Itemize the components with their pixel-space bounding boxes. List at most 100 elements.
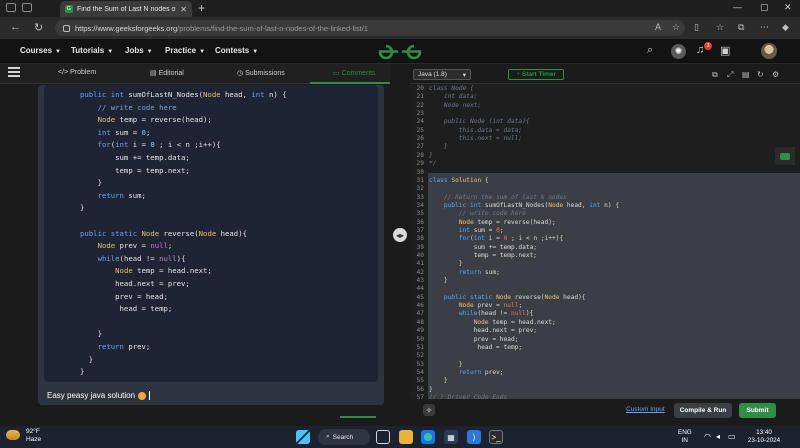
search-icon: ⌕	[326, 433, 330, 440]
favorites-icon[interactable]: ☆	[716, 22, 724, 33]
hamburger-menu-icon[interactable]	[8, 67, 20, 77]
split-screen-icon[interactable]: ▯	[694, 22, 699, 33]
left-panel: </> Problem ▤ Editorial ◷ Submissions ▭ …	[0, 64, 390, 426]
browser-tab[interactable]: G Find the Sum of Last N nodes of t ✕	[60, 1, 192, 17]
bell-icon[interactable]: ♫	[696, 44, 704, 56]
custom-input-link[interactable]: Custom Input	[626, 406, 665, 413]
search-icon[interactable]: ⌕	[647, 44, 653, 57]
gfg-favicon-icon: G	[65, 5, 73, 13]
comment-code-line: public static Node reverse(Node head){	[80, 228, 247, 238]
nav-contests[interactable]: Contests ▼	[215, 46, 258, 55]
chat-icon[interactable]	[775, 147, 795, 165]
theme-toggle-icon[interactable]: ✺	[671, 44, 686, 59]
gfg-logo[interactable]	[376, 43, 424, 60]
clock[interactable]: 13:40 23-10-2024	[744, 429, 784, 445]
tab-submissions[interactable]: ◷ Submissions	[237, 69, 285, 77]
comment-code-line: Node temp = head.next;	[115, 266, 212, 276]
comment-card: public int sumOfLastN_Nodes(Node head, i…	[38, 85, 384, 405]
terminal-icon[interactable]: >_	[489, 430, 503, 444]
new-tab-icon[interactable]: +	[198, 1, 205, 15]
windows-taskbar: 92°F Haze ⌕ Search ▦ ⟩ >_ ENG IN ◠ ◂ ▭ 13:4…	[0, 426, 800, 448]
comment-code-line: while(head != null){	[97, 253, 186, 263]
battery-icon[interactable]: ▭	[728, 433, 736, 441]
start-timer-button[interactable]: ◔ Start Timer	[508, 69, 564, 80]
tab-editorial[interactable]: ▤ Editorial	[150, 69, 184, 77]
task-view-icon[interactable]	[376, 430, 390, 444]
language-select[interactable]: Java (1.8) ▾	[413, 69, 471, 80]
resize-handle-icon[interactable]: ◂▸	[393, 228, 407, 242]
chevron-down-icon: ▼	[55, 49, 61, 55]
edge-icon[interactable]	[421, 430, 435, 444]
back-icon[interactable]: ←	[10, 21, 21, 33]
copy-icon[interactable]: ⧉	[712, 70, 718, 80]
read-aloud-icon[interactable]: A	[655, 22, 661, 32]
collections-icon[interactable]: ⧉	[738, 22, 744, 33]
weather-widget[interactable]: 92°F Haze	[26, 428, 41, 444]
tab-close-icon[interactable]: ✕	[180, 5, 187, 14]
comment-code-line: head.next = prev;	[80, 279, 190, 288]
comment-code-line: for(int i = 0 ; i < n ;i++){	[97, 140, 221, 150]
settings-icon[interactable]: ⚙	[772, 70, 779, 79]
editor-code-line: Node next;	[429, 101, 482, 109]
nav-courses[interactable]: Courses ▼	[20, 46, 61, 55]
smile-emoji-icon	[138, 391, 147, 400]
compile-run-button[interactable]: Compile & Run	[674, 403, 732, 418]
comment-code-line: return prev;	[97, 342, 151, 351]
input-language[interactable]: ENG IN	[678, 429, 692, 445]
editor-code-line: }	[429, 277, 448, 285]
notification-badge: 3	[704, 42, 712, 50]
chevron-down-icon: ▼	[107, 49, 114, 55]
comment-code-line: return sum;	[97, 190, 146, 200]
nav-jobs[interactable]: Jobs ▼	[125, 46, 153, 55]
panel-divider[interactable]	[390, 64, 410, 426]
profile-icon[interactable]	[6, 3, 16, 12]
comment-code-line: Node temp = reverse(head);	[97, 115, 212, 125]
fullscreen-icon[interactable]: ⤢	[727, 70, 733, 80]
address-bar[interactable]: https://www.geeksforgeeks.org/problems/f…	[55, 20, 685, 36]
avatar[interactable]	[761, 43, 777, 59]
comment-code-line: }	[80, 354, 94, 364]
comment-code-line: prev = head;	[80, 291, 168, 301]
tab-actions-icon[interactable]	[22, 3, 32, 12]
tab-comments[interactable]: ▭ Comments	[333, 69, 375, 77]
tab-problem[interactable]: </> Problem	[58, 69, 96, 76]
tab-actions	[6, 3, 32, 12]
tab-title: Find the Sum of Last N nodes of t	[77, 5, 177, 13]
comment-code-line: Node prev = null;	[97, 241, 173, 251]
close-window-icon[interactable]: ✕	[784, 2, 792, 13]
comment-code-line: }	[80, 203, 85, 213]
nav-tutorials[interactable]: Tutorials ▼	[71, 46, 113, 55]
fold-icon[interactable]: ▤	[742, 70, 750, 79]
chevron-down-icon: ▾	[462, 71, 466, 79]
taskbar-search[interactable]: ⌕ Search	[318, 429, 370, 445]
lock-icon	[63, 24, 70, 32]
maximize-icon[interactable]: ▢	[760, 2, 769, 13]
reply-indicator	[340, 416, 376, 418]
comment-code-line: head = temp;	[80, 304, 173, 314]
comment-code-line: }	[80, 367, 85, 377]
vscode-icon[interactable]: ⟩	[467, 430, 481, 444]
wifi-icon[interactable]: ◠	[704, 433, 711, 441]
submit-button[interactable]: Submit	[739, 403, 776, 418]
comment-code-line: }	[80, 329, 102, 339]
volume-icon[interactable]: ◂	[716, 433, 720, 441]
editor-code-line: class Solution {	[429, 176, 489, 184]
favorite-icon[interactable]: ☆	[672, 22, 680, 33]
file-explorer-icon[interactable]	[399, 430, 413, 444]
comment-text: Easy peasy java solution	[47, 391, 151, 400]
more-icon[interactable]: ⋯	[760, 22, 769, 33]
minimize-icon[interactable]: —	[733, 2, 742, 12]
chevron-down-icon: ▼	[199, 49, 206, 55]
copilot-icon[interactable]: ◆	[782, 22, 789, 33]
weather-icon[interactable]	[6, 430, 20, 440]
lightbulb-icon[interactable]: ✧	[423, 404, 435, 416]
address-toolbar: ← ↻ https://www.geeksforgeeks.org/proble…	[0, 17, 800, 39]
store-icon[interactable]: ▦	[444, 430, 458, 444]
messages-icon[interactable]: ▣	[720, 44, 730, 57]
comment-code-line: // write code here	[97, 102, 177, 112]
nav-practice[interactable]: Practice ▼	[165, 46, 205, 55]
reset-icon[interactable]: ↻	[757, 70, 764, 79]
active-tab-indicator	[310, 82, 390, 84]
reload-icon[interactable]: ↻	[34, 21, 43, 34]
windows-start-icon[interactable]	[296, 430, 310, 444]
